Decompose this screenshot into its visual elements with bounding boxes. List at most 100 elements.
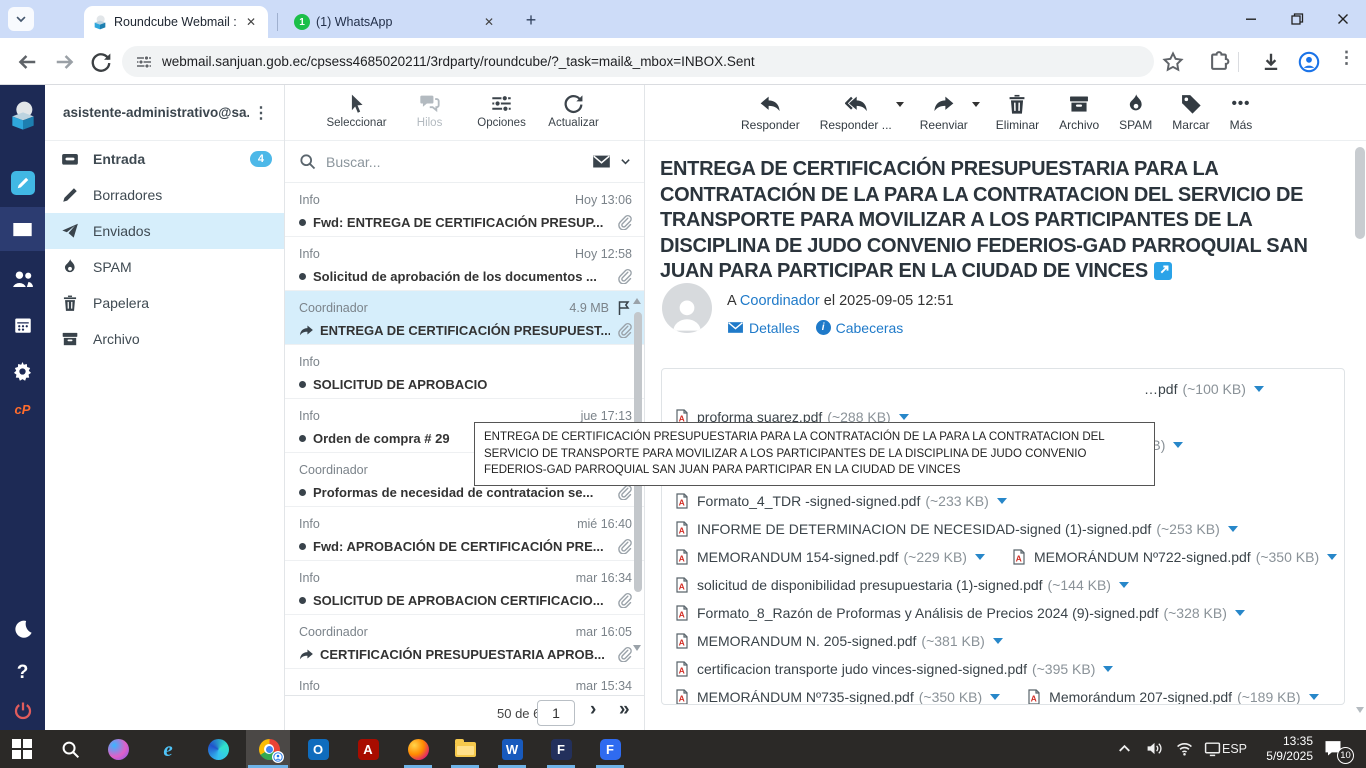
blue-f-app-button[interactable]: F	[598, 737, 622, 761]
page-number-input[interactable]	[537, 700, 575, 726]
attachment-link[interactable]: Formato_8_Razón de Proformas y Análisis …	[674, 605, 1245, 621]
tab-search-button[interactable]	[8, 7, 34, 31]
scroll-up-arrow[interactable]	[633, 298, 641, 304]
dropdown-caret-icon[interactable]	[896, 102, 904, 107]
attachment-menu-caret-icon[interactable]	[997, 498, 1007, 504]
message-row[interactable]: InfoHoy 12:58 Solicitud de aprobación de…	[285, 237, 644, 291]
folder-archivo[interactable]: Archivo	[45, 321, 284, 357]
roundcube-logo[interactable]	[0, 93, 45, 137]
tray-chevron-up-icon[interactable]	[1116, 740, 1133, 757]
compose-button[interactable]	[0, 161, 45, 205]
wifi-icon[interactable]	[1176, 740, 1193, 757]
cpanel-button[interactable]: cP	[0, 393, 45, 425]
start-button[interactable]	[10, 737, 34, 761]
reload-button[interactable]	[90, 51, 112, 73]
select-button[interactable]: Seleccionar	[326, 93, 386, 129]
attachment-link[interactable]: MEMORÁNDUM Nº722-signed.pdf(~350 KB)	[1011, 549, 1337, 565]
attachment-link[interactable]: Formato_4_TDR -signed-signed.pdf(~233 KB…	[674, 493, 1007, 509]
mail-section-button[interactable]	[0, 207, 45, 251]
search-scope-envelope-icon[interactable]	[592, 152, 611, 171]
profile-avatar-icon[interactable]	[1298, 51, 1320, 73]
back-button[interactable]	[16, 51, 38, 73]
account-menu-icon[interactable]: ⋮	[249, 103, 274, 123]
attachment-link[interactable]: MEMORANDUM N. 205-signed.pdf(~381 KB)	[674, 633, 1003, 649]
tab-close-icon[interactable]: ✕	[242, 13, 260, 31]
dark-mode-button[interactable]	[0, 607, 45, 651]
attachment-menu-caret-icon[interactable]	[1103, 666, 1113, 672]
search-input[interactable]	[326, 154, 592, 170]
outlook-button[interactable]: O	[306, 737, 330, 761]
attachment-menu-caret-icon[interactable]	[899, 414, 909, 420]
message-row[interactable]: Info SOLICITUD DE APROBACIO	[285, 345, 644, 399]
headers-toggle[interactable]: iCabeceras	[816, 320, 904, 336]
address-bar[interactable]: webmail.sanjuan.gob.ec/cpsess4685020211/…	[122, 46, 1154, 77]
attachment-link[interactable]: solicitud de disponibilidad presupuestar…	[674, 577, 1129, 593]
scroll-down-arrow[interactable]	[633, 645, 641, 651]
attachment-menu-caret-icon[interactable]	[1254, 386, 1264, 392]
delete-button[interactable]: Eliminar	[996, 93, 1039, 132]
archive-button[interactable]: Archivo	[1059, 93, 1099, 132]
attachment-menu-caret-icon[interactable]	[1309, 694, 1319, 700]
attachment-menu-caret-icon[interactable]	[1228, 526, 1238, 532]
url-text[interactable]: webmail.sanjuan.gob.ec/cpsess4685020211/…	[162, 54, 755, 69]
attachment-link[interactable]: MEMORÁNDUM Nº735-signed.pdf(~350 KB)	[674, 689, 1000, 705]
folder-papelera[interactable]: Papelera	[45, 285, 284, 321]
message-row[interactable]: InfoHoy 13:06 Fwd: ENTREGA DE CERTIFICAC…	[285, 183, 644, 237]
message-row[interactable]: Coordinadormar 16:05 CERTIFICACIÓN PRESU…	[285, 615, 644, 669]
mark-button[interactable]: Marcar	[1172, 93, 1209, 132]
window-restore-button[interactable]	[1274, 0, 1320, 38]
taskbar-search-button[interactable]	[58, 737, 82, 761]
contacts-section-button[interactable]	[0, 257, 45, 301]
language-indicator[interactable]: ESP	[1222, 742, 1247, 756]
reply-all-button[interactable]: Responder ...	[820, 93, 892, 132]
bookmark-star-icon[interactable]	[1162, 51, 1184, 73]
forward-button[interactable]	[54, 51, 76, 73]
system-clock[interactable]: 13:35 5/9/2025	[1255, 734, 1313, 764]
folder-entrada[interactable]: Entrada 4	[45, 141, 284, 177]
tab-roundcube[interactable]: Roundcube Webmail :: Enviados ✕	[84, 6, 268, 38]
reply-button[interactable]: Responder	[741, 93, 800, 132]
refresh-button[interactable]: Actualizar	[545, 93, 603, 129]
browser-menu-icon[interactable]: ⋮	[1338, 48, 1355, 68]
attachment-menu-caret-icon[interactable]	[993, 638, 1003, 644]
flag-icon[interactable]	[616, 300, 632, 316]
word-button[interactable]: W	[500, 737, 524, 761]
fdm-app-button[interactable]: F	[549, 737, 573, 761]
logout-button[interactable]	[0, 689, 45, 733]
attachment-menu-caret-icon[interactable]	[1235, 610, 1245, 616]
attachment-link[interactable]: MEMORANDUM 154-signed.pdf(~229 KB)	[674, 549, 985, 565]
tab-close-icon[interactable]: ✕	[480, 13, 498, 31]
attachment-menu-caret-icon[interactable]	[1173, 442, 1183, 448]
last-page-button[interactable]: »	[619, 699, 627, 721]
edge-button[interactable]	[206, 737, 230, 761]
recipient-link[interactable]: Coordinador	[740, 293, 820, 309]
settings-section-button[interactable]	[0, 349, 45, 393]
tab-whatsapp[interactable]: 1 (1) WhatsApp ✕	[286, 6, 506, 38]
window-minimize-button[interactable]	[1228, 0, 1274, 38]
message-row[interactable]: Infomar 16:34 SOLICITUD DE APROBACION CE…	[285, 561, 644, 615]
options-button[interactable]: Opciones	[473, 93, 531, 129]
copilot-button[interactable]	[106, 737, 130, 761]
internet-explorer-button[interactable]: e	[156, 737, 180, 761]
details-toggle[interactable]: Detalles	[727, 319, 800, 336]
forward-button[interactable]: Reenviar	[920, 93, 968, 132]
attachment-link[interactable]: INFORME DE DETERMINACION DE NECESIDAD-si…	[674, 521, 1238, 537]
downloads-icon[interactable]	[1260, 51, 1282, 73]
folder-spam[interactable]: SPAM	[45, 249, 284, 285]
next-page-button[interactable]: ›	[590, 699, 596, 721]
attachment-link[interactable]: certificacion transporte judo vinces-sig…	[674, 661, 1113, 677]
message-row[interactable]: Infomié 16:40 Fwd: APROBACIÓN DE CERTIFI…	[285, 507, 644, 561]
site-settings-icon[interactable]	[136, 54, 152, 70]
folder-borradores[interactable]: Borradores	[45, 177, 284, 213]
calendar-section-button[interactable]	[0, 303, 45, 347]
cast-monitor-icon[interactable]	[1204, 740, 1221, 757]
attachment-menu-caret-icon[interactable]	[975, 554, 985, 560]
attachment-menu-caret-icon[interactable]	[1327, 554, 1337, 560]
message-row-selected[interactable]: Coordinador4.9 MB ENTREGA DE CERTIFICACI…	[285, 291, 644, 345]
folder-enviados[interactable]: Enviados	[45, 213, 284, 249]
firefox-button[interactable]	[406, 737, 430, 761]
threads-button[interactable]: Hilos	[401, 93, 459, 129]
spam-button[interactable]: SPAM	[1119, 93, 1152, 132]
attachment-link[interactable]: Memorándum 207-signed.pdf(~189 KB)	[1026, 689, 1318, 705]
more-button[interactable]: •••Más	[1230, 93, 1253, 132]
